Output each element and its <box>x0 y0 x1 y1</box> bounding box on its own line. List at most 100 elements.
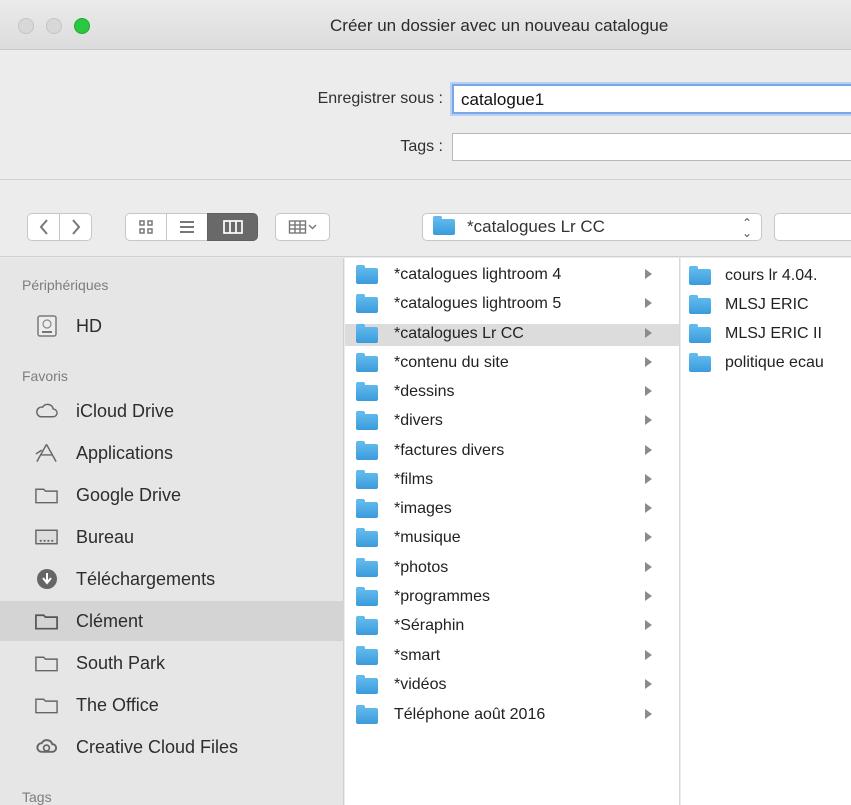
save-dialog-window: Créer un dossier avec un nouveau catalog… <box>0 0 851 805</box>
chevron-right-icon <box>645 620 652 630</box>
item-name: MLSJ ERIC II <box>725 325 822 342</box>
sidebar-item-creative-cloud-files[interactable]: Creative Cloud Files <box>0 727 344 767</box>
item-name: *factures divers <box>394 442 505 459</box>
item-name: *Séraphin <box>394 617 465 634</box>
list-item[interactable]: politique ecau <box>681 353 851 375</box>
path-popup-button[interactable]: *catalogues Lr CC ⌃ ⌄ <box>422 213 762 241</box>
item-name: *films <box>394 471 434 488</box>
list-item[interactable]: cours lr 4.04. <box>681 266 851 288</box>
chevron-right-icon <box>645 591 652 601</box>
folder-icon <box>356 382 378 401</box>
list-item[interactable]: MLSJ ERIC <box>681 295 851 317</box>
forward-button[interactable] <box>59 213 92 241</box>
sidebar-item-label: iCloud Drive <box>76 400 175 421</box>
arrange-icon <box>288 220 316 234</box>
folder-icon <box>356 675 378 694</box>
chevron-right-icon <box>645 532 652 542</box>
item-name: *contenu du site <box>394 354 509 371</box>
icon-view-button[interactable] <box>125 213 167 241</box>
applications-icon <box>34 443 59 463</box>
folder-icon <box>689 295 711 314</box>
chevron-right-icon <box>645 709 652 719</box>
list-view-button[interactable] <box>166 213 208 241</box>
folder-icon <box>356 499 378 518</box>
list-item[interactable]: *vidéos <box>345 675 679 697</box>
list-item[interactable]: Téléphone août 2016 <box>345 705 679 727</box>
search-field[interactable] <box>774 213 851 241</box>
sidebar-item-icloud-drive[interactable]: iCloud Drive <box>0 391 344 431</box>
item-name: *dessins <box>394 383 455 400</box>
list-item[interactable]: *films <box>345 470 679 492</box>
chevron-right-icon <box>645 503 652 513</box>
arrange-menu-button[interactable] <box>275 213 330 241</box>
list-item[interactable]: *musique <box>345 528 679 550</box>
save-as-input[interactable]: catalogue1 <box>452 84 851 114</box>
sidebar-item-label: Téléchargements <box>76 568 216 589</box>
list-item[interactable]: *programmes <box>345 587 679 609</box>
sidebar-item-label: South Park <box>76 652 166 673</box>
sidebar-item-the-office[interactable]: The Office <box>0 685 344 725</box>
close-window-button[interactable] <box>18 18 34 34</box>
list-item[interactable]: *factures divers <box>345 441 679 463</box>
list-item[interactable]: *catalogues lightroom 4 <box>345 265 679 287</box>
list-item[interactable]: *images <box>345 499 679 521</box>
chevron-right-icon <box>645 415 652 425</box>
chevron-right-icon <box>645 328 652 338</box>
item-name: *divers <box>394 412 443 429</box>
item-name: *images <box>394 500 452 517</box>
tags-label: Tags : <box>400 138 443 155</box>
finder-toolbar: *catalogues Lr CC ⌃ ⌄ <box>0 181 851 257</box>
sidebar-item-bureau[interactable]: Bureau <box>0 517 344 557</box>
grid-icon <box>139 220 153 234</box>
folder-icon <box>34 611 59 631</box>
item-name: Téléphone août 2016 <box>394 706 546 723</box>
sidebar-item-label: Clément <box>76 610 144 631</box>
save-as-label: Enregistrer sous : <box>317 90 443 107</box>
sidebar-item-applications[interactable]: Applications <box>0 433 344 473</box>
item-name: cours lr 4.04. <box>725 267 818 284</box>
current-folder-label: *catalogues Lr CC <box>467 217 605 236</box>
sidebar-item-telechargements[interactable]: Téléchargements <box>0 559 344 599</box>
folder-icon <box>356 646 378 665</box>
creative-cloud-icon <box>34 737 59 757</box>
list-item[interactable]: *photos <box>345 558 679 580</box>
item-name: *smart <box>394 647 441 664</box>
download-icon <box>34 569 59 589</box>
folder-icon <box>34 653 59 673</box>
list-item[interactable]: *Séraphin <box>345 616 679 638</box>
column-browser-level-1: *catalogues lightroom 4 *catalogues ligh… <box>345 258 680 805</box>
window-title: Créer un dossier avec un nouveau catalog… <box>330 16 669 35</box>
sidebar-item-clement[interactable]: Clément <box>0 601 344 641</box>
list-item[interactable]: *catalogues lightroom 5 <box>345 294 679 316</box>
list-item[interactable]: *catalogues Lr CC <box>345 324 679 346</box>
list-item[interactable]: MLSJ ERIC II <box>681 324 851 346</box>
sidebar-item-hd[interactable]: HD <box>0 306 344 346</box>
folder-icon <box>689 266 711 285</box>
folder-icon <box>356 294 378 313</box>
folder-icon <box>356 441 378 460</box>
sidebar-item-label: Applications <box>76 442 174 463</box>
minimize-window-button[interactable] <box>46 18 62 34</box>
chevron-right-icon <box>645 298 652 308</box>
folder-icon <box>356 353 378 372</box>
column-view-button[interactable] <box>207 213 258 241</box>
back-button[interactable] <box>27 213 60 241</box>
sidebar-item-google-drive[interactable]: Google Drive <box>0 475 344 515</box>
sidebar-devices-title: Périphériques <box>22 277 109 293</box>
tags-input[interactable] <box>452 133 851 161</box>
list-item[interactable]: *dessins <box>345 382 679 404</box>
folder-icon <box>34 695 59 715</box>
list-item[interactable]: *contenu du site <box>345 353 679 375</box>
list-item[interactable]: *divers <box>345 411 679 433</box>
list-item[interactable]: *smart <box>345 646 679 668</box>
folder-icon <box>356 705 378 724</box>
folder-icon <box>689 324 711 343</box>
folder-icon <box>356 265 378 284</box>
column-browser-level-2: cours lr 4.04. MLSJ ERIC MLSJ ERIC II po… <box>681 258 851 805</box>
zoom-window-button[interactable] <box>74 18 90 34</box>
sidebar-item-label: Bureau <box>76 526 135 547</box>
folder-icon <box>433 216 455 235</box>
sidebar-favorites-title: Favoris <box>22 368 68 384</box>
sidebar-item-south-park[interactable]: South Park <box>0 643 344 683</box>
sidebar-item-label: The Office <box>76 694 159 715</box>
